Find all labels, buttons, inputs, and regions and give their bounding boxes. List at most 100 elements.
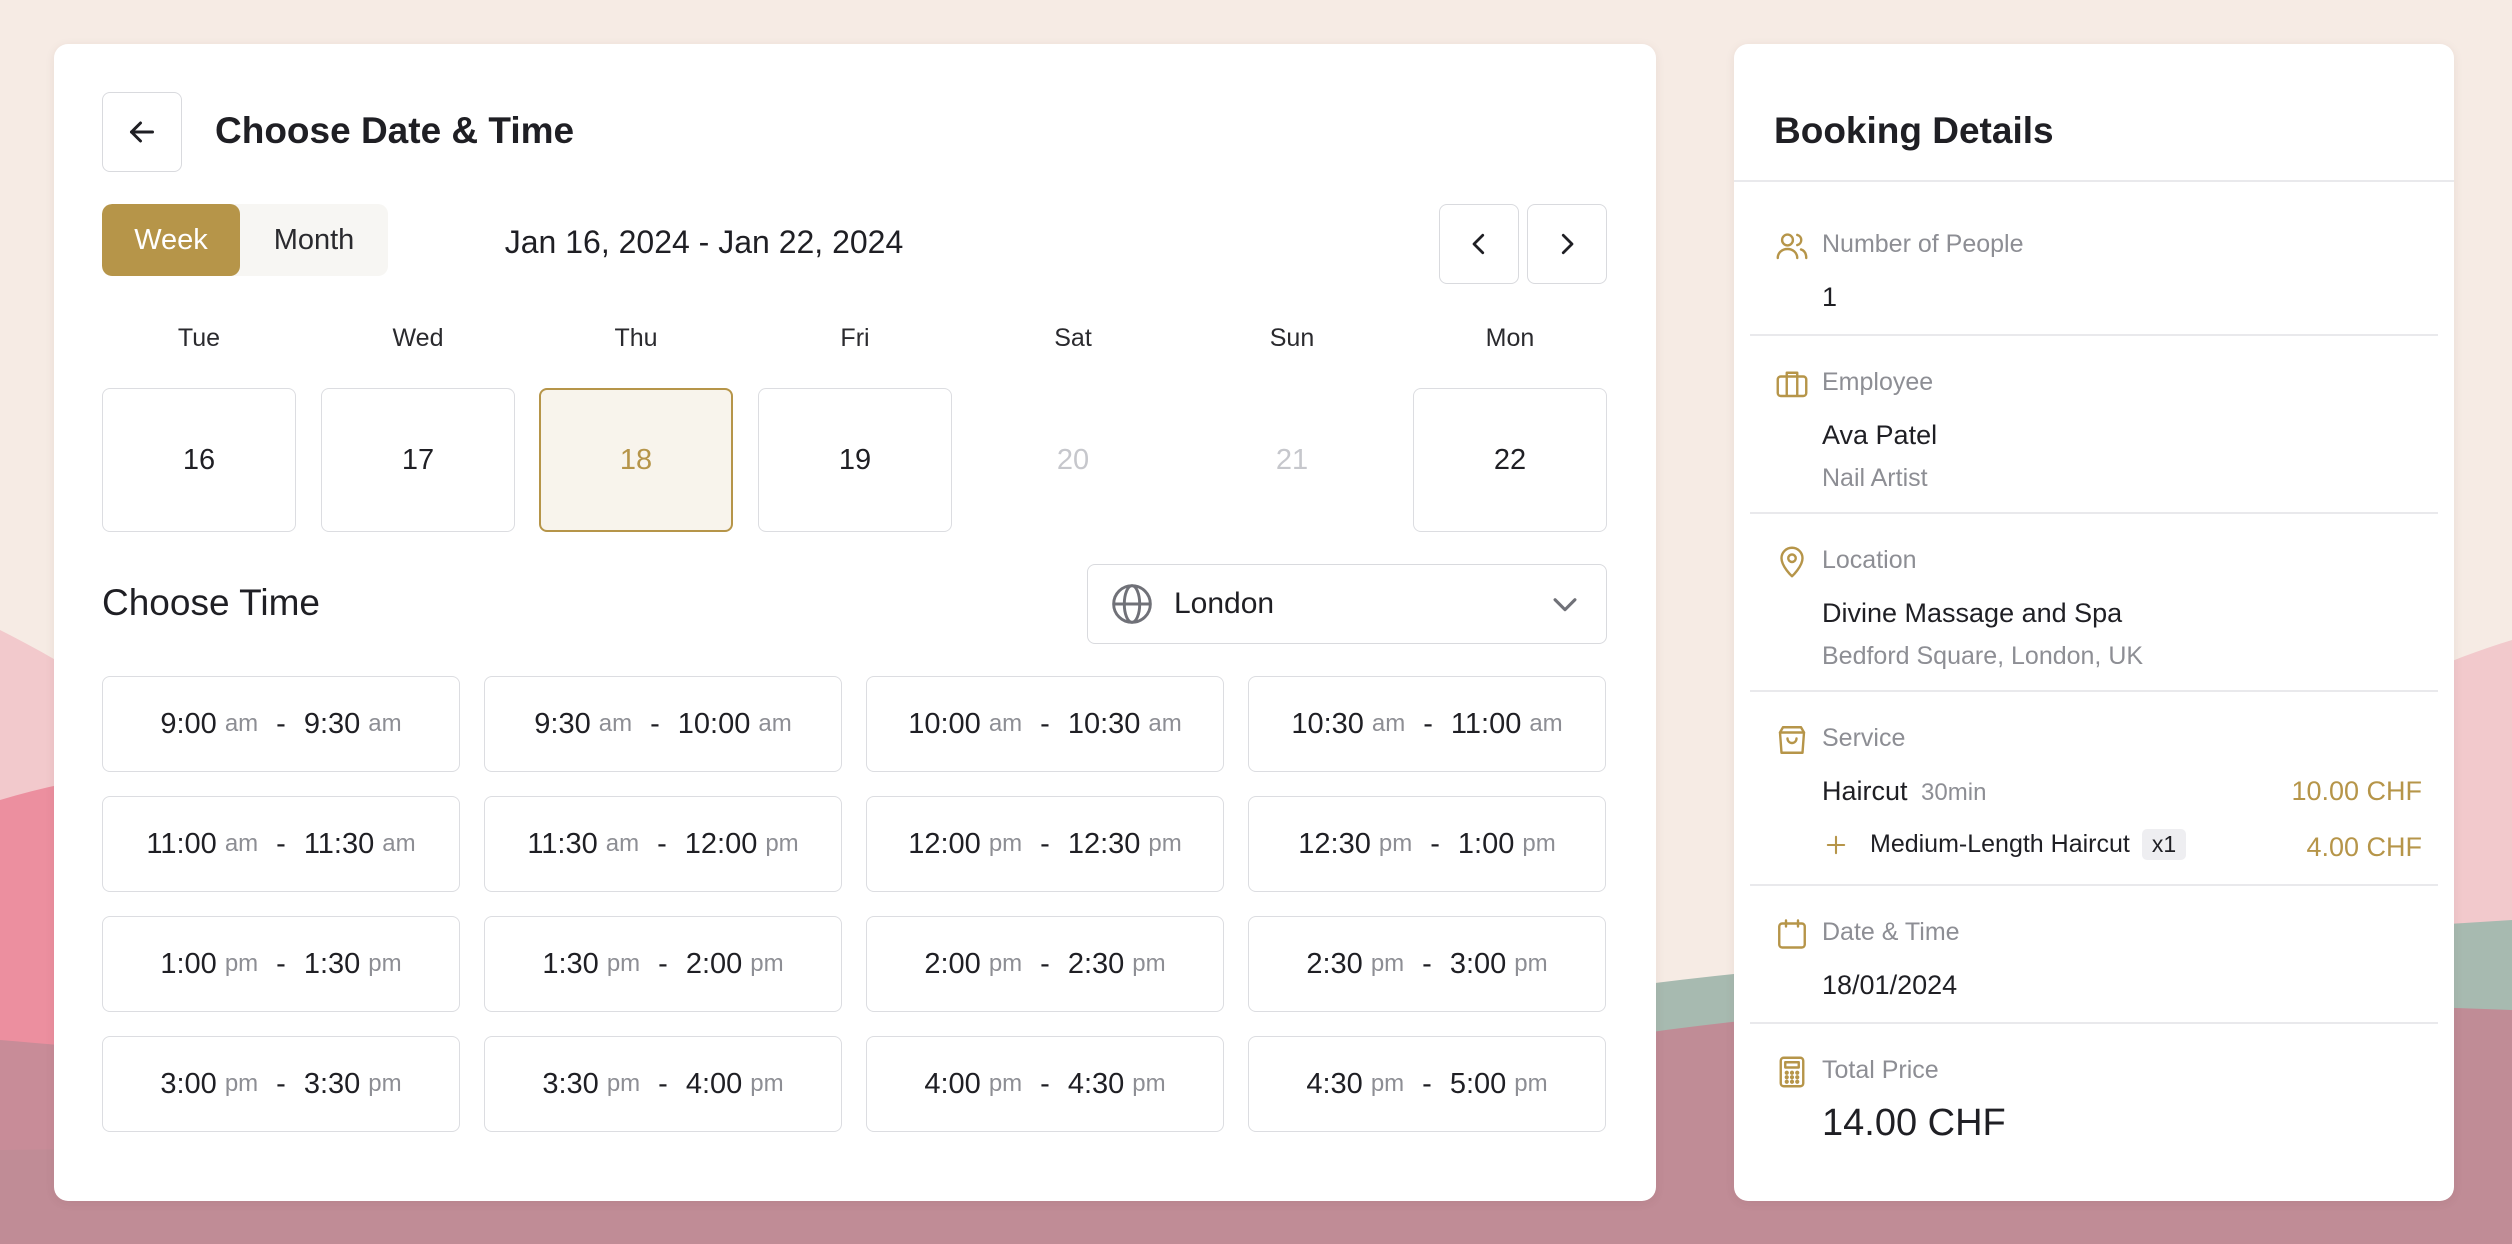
timezone-select[interactable]: London — [1087, 564, 1607, 644]
slot-separator: - — [658, 947, 668, 980]
time-slot[interactable]: 4:00 pm -4:30 pm — [866, 1036, 1224, 1132]
day-label-wed: Wed — [392, 324, 444, 352]
month-toggle-button[interactable]: Month — [240, 204, 388, 276]
week-toggle-button[interactable]: Week — [102, 204, 240, 276]
slot-start-time: 12:00 — [908, 827, 981, 860]
slot-start-time: 1:00 — [160, 947, 217, 980]
divider — [1750, 512, 2438, 514]
users-icon — [1776, 233, 1808, 260]
slot-end-period: pm — [1132, 950, 1166, 977]
slot-end-time: 10:00 — [677, 707, 751, 740]
day-label-tue: Tue — [177, 324, 221, 352]
slot-end-period: pm — [1514, 1070, 1548, 1097]
addon-qty-badge: x1 — [2141, 829, 2187, 860]
day-cell-17[interactable]: 17 — [321, 388, 515, 532]
plus-icon — [1826, 835, 1846, 854]
day-cell-19[interactable]: 19 — [758, 388, 952, 532]
location-label: Location — [1822, 546, 1917, 574]
slot-start-time: 11:00 — [146, 827, 217, 860]
slot-start-period: am — [224, 710, 259, 737]
day-label-fri: Fri — [840, 324, 870, 352]
addon-price: 4.00 CHF — [2306, 832, 2422, 862]
service-label: Service — [1822, 724, 1906, 752]
time-slot[interactable]: 12:30 pm -1:00 pm — [1248, 796, 1606, 892]
calculator-icon — [1779, 1056, 1805, 1088]
slot-end-period: pm — [750, 950, 784, 977]
location-name: Divine Massage and Spa — [1822, 598, 2123, 628]
day-cell-21-disabled: 21 — [1275, 443, 1309, 476]
time-slot[interactable]: 10:30 am -11:00 am — [1248, 676, 1606, 772]
slot-end-period: am — [1529, 710, 1563, 737]
slot-end-time: 3:00 — [1449, 947, 1507, 980]
time-slot[interactable]: 3:00 pm -3:30 pm — [102, 1036, 460, 1132]
divider — [1750, 884, 2438, 886]
slot-start-period: pm — [1370, 950, 1405, 977]
slot-end-time: 2:30 — [1067, 947, 1125, 980]
slot-end-time: 4:00 — [685, 1067, 743, 1100]
slot-separator: - — [657, 827, 667, 860]
location-address: Bedford Square, London, UK — [1822, 642, 2144, 670]
slot-end-period: am — [1148, 710, 1182, 737]
slot-start-time: 10:00 — [908, 707, 981, 740]
addon-name: Medium-Length Haircut — [1870, 830, 2130, 858]
slot-end-period: pm — [1522, 830, 1556, 857]
slot-start-period: pm — [1370, 1070, 1405, 1097]
slot-separator: - — [650, 707, 660, 740]
service-name: Haircut — [1822, 776, 1908, 806]
chevron-left-icon — [1472, 233, 1485, 255]
time-slot[interactable]: 11:30 am -12:00 pm — [484, 796, 842, 892]
slot-end-period: pm — [368, 950, 402, 977]
back-button[interactable] — [102, 92, 182, 172]
time-slot[interactable]: 3:30 pm -4:00 pm — [484, 1036, 842, 1132]
date-time-panel: Choose Date & Time Week Month Jan 16, 20… — [54, 44, 1656, 1201]
day-cell-22[interactable]: 22 — [1413, 388, 1607, 532]
employee-role: Nail Artist — [1822, 464, 1928, 492]
header-divider — [1734, 180, 2454, 182]
divider — [1750, 334, 2438, 336]
time-slot[interactable]: 1:00 pm -1:30 pm — [102, 916, 460, 1012]
time-slot[interactable]: 11:00 am -11:30 am — [102, 796, 460, 892]
time-slot[interactable]: 10:00 am -10:30 am — [866, 676, 1224, 772]
total-label: Total Price — [1822, 1056, 1939, 1084]
time-slot[interactable]: 9:30 am -10:00 am — [484, 676, 842, 772]
day-cell-20-disabled: 20 — [1056, 443, 1090, 476]
slot-start-period: pm — [988, 830, 1023, 857]
time-slot[interactable]: 4:30 pm -5:00 pm — [1248, 1036, 1606, 1132]
time-slot[interactable]: 12:00 pm -12:30 pm — [866, 796, 1224, 892]
prev-week-button[interactable] — [1439, 204, 1519, 284]
slot-start-time: 11:30 — [527, 827, 598, 860]
day-cell-16[interactable]: 16 — [102, 388, 296, 532]
slot-start-time: 4:00 — [924, 1067, 981, 1100]
time-slot[interactable]: 1:30 pm -2:00 pm — [484, 916, 842, 1012]
globe-icon — [1112, 584, 1152, 624]
slot-end-period: pm — [1148, 830, 1182, 857]
people-label: Number of People — [1822, 230, 2024, 258]
slot-start-time: 9:00 — [160, 707, 217, 740]
slot-start-period: am — [605, 830, 640, 857]
slot-end-time: 12:30 — [1067, 827, 1141, 860]
people-value: 1 — [1822, 282, 1838, 312]
slot-start-time: 4:30 — [1306, 1067, 1363, 1100]
service-line: Haircut 30min — [1822, 776, 1986, 807]
slot-start-period: pm — [988, 950, 1023, 977]
time-slot[interactable]: 2:00 pm -2:30 pm — [866, 916, 1224, 1012]
next-week-button[interactable] — [1527, 204, 1607, 284]
map-pin-icon — [1780, 546, 1804, 578]
slot-separator: - — [276, 827, 286, 860]
day-cell-18-selected[interactable]: 18 — [539, 388, 733, 532]
slot-start-time: 1:30 — [542, 947, 599, 980]
slot-start-period: pm — [1378, 830, 1413, 857]
slot-end-time: 11:30 — [303, 827, 375, 860]
slot-end-time: 3:30 — [303, 1067, 361, 1100]
slot-start-time: 2:30 — [1306, 947, 1363, 980]
slot-separator: - — [276, 707, 286, 740]
time-slot[interactable]: 2:30 pm -3:00 pm — [1248, 916, 1606, 1012]
slot-separator: - — [1422, 947, 1432, 980]
slot-end-time: 1:30 — [303, 947, 361, 980]
slot-end-time: 5:00 — [1449, 1067, 1507, 1100]
slot-separator: - — [1040, 1067, 1050, 1100]
slot-start-period: pm — [606, 950, 641, 977]
slot-separator: - — [1423, 707, 1433, 740]
time-slot[interactable]: 9:00 am -9:30 am — [102, 676, 460, 772]
datetime-value: 18/01/2024 — [1822, 970, 1958, 1000]
